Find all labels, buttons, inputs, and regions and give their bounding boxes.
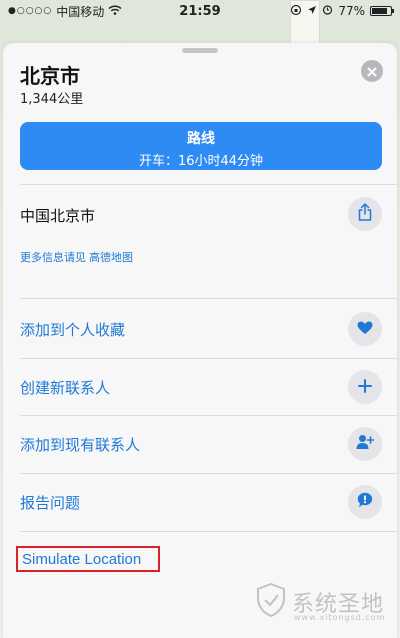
divider xyxy=(20,184,397,185)
orientation-lock-icon xyxy=(290,4,302,19)
location-arrow-icon xyxy=(307,4,317,18)
battery-percent: 77% xyxy=(338,4,365,18)
divider xyxy=(20,298,397,299)
create-contact-button[interactable] xyxy=(348,370,382,404)
signal-strength: ●○○○○ xyxy=(8,6,53,16)
report-problem-label: 报告问题 xyxy=(20,494,81,512)
add-to-favorites-button[interactable] xyxy=(348,312,382,346)
add-to-existing-contact-button[interactable] xyxy=(348,427,382,461)
carrier-name: 中国移动 xyxy=(56,4,105,19)
add-to-existing-contact-label: 添加到现有联系人 xyxy=(20,436,141,454)
alarm-icon xyxy=(322,4,333,18)
add-contact-icon xyxy=(356,434,375,454)
divider xyxy=(20,531,397,532)
place-card: 北京市 1,344公里 路线 开车：16小时44分钟 中国北京市 更多信息请见高… xyxy=(3,43,397,638)
clock: 21:59 xyxy=(179,3,221,19)
simulate-location-label: Simulate Location xyxy=(22,550,142,568)
status-bar: ●○○○○ 中国移动 21:59 77% xyxy=(0,0,400,22)
place-title: 北京市 xyxy=(20,64,80,88)
create-contact-label: 创建新联系人 xyxy=(20,379,111,397)
address-text: 中国北京市 xyxy=(20,207,96,225)
place-distance: 1,344公里 xyxy=(20,92,84,107)
heart-icon xyxy=(357,320,373,339)
wifi-icon xyxy=(108,4,122,18)
shield-icon xyxy=(256,582,286,621)
more-info: 更多信息请见 高德地图 xyxy=(20,249,133,265)
watermark-url: www.xitongsd.com xyxy=(294,613,386,622)
create-contact-row[interactable]: 创建新联系人 xyxy=(20,359,382,416)
simulate-location-button[interactable]: Simulate Location xyxy=(16,546,160,572)
add-to-existing-contact-row[interactable]: 添加到现有联系人 xyxy=(20,416,382,473)
more-info-prefix: 更多信息请见 xyxy=(20,251,86,264)
close-button[interactable] xyxy=(361,60,383,82)
plus-icon xyxy=(358,378,372,397)
watermark: 系统圣地 www.xitongsd.com xyxy=(256,582,386,622)
add-to-favorites-label: 添加到个人收藏 xyxy=(20,321,126,339)
card-grabber-handle[interactable] xyxy=(182,48,218,53)
report-problem-row[interactable]: 报告问题 xyxy=(20,474,382,531)
directions-label: 路线 xyxy=(187,131,215,147)
close-icon xyxy=(367,62,377,81)
driving-time: 开车：16小时44分钟 xyxy=(138,154,264,169)
report-problem-button[interactable] xyxy=(348,485,382,519)
directions-button[interactable]: 路线 开车：16小时44分钟 xyxy=(20,122,382,170)
share-icon xyxy=(358,203,372,225)
add-to-favorites-row[interactable]: 添加到个人收藏 xyxy=(20,301,382,358)
exclamation-bubble-icon xyxy=(357,492,373,512)
amap-link[interactable]: 高德地图 xyxy=(89,251,133,264)
share-button[interactable] xyxy=(348,197,382,231)
battery-icon xyxy=(370,6,394,16)
